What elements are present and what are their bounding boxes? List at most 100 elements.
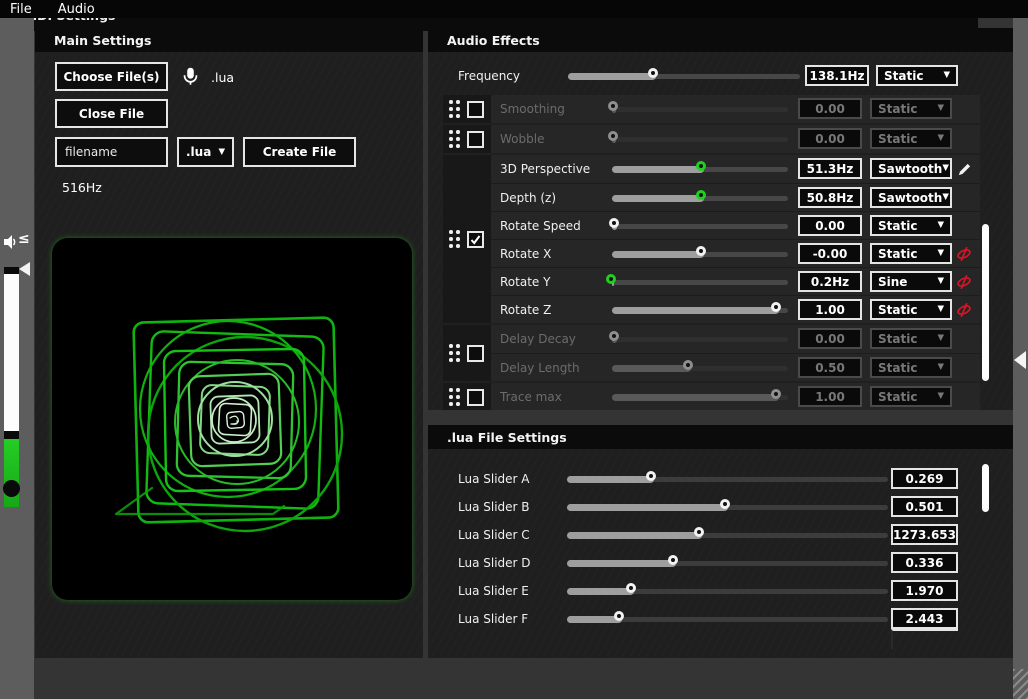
effects-scrollbar[interactable]	[982, 224, 989, 381]
effect-mode-dropdown[interactable]: Sawtooth▼	[870, 187, 952, 208]
panel-collapse-arrow-icon[interactable]	[1014, 351, 1026, 369]
drag-handle-icon[interactable]	[449, 344, 460, 362]
effect-slider[interactable]	[612, 331, 788, 347]
effect-groups: Smoothing 0.00 Static▼ Wobble 0.00 Stati…	[443, 95, 980, 410]
lua-slider-value[interactable]: 2.443	[891, 608, 958, 629]
volume-meter[interactable]	[4, 267, 19, 510]
effect-mode-dropdown[interactable]: Static▼	[870, 357, 952, 378]
effect-mode-dropdown[interactable]: Static▼	[870, 299, 952, 320]
effect-value[interactable]: 0.00	[798, 98, 862, 119]
lua-slider[interactable]	[567, 471, 888, 487]
lua-slider[interactable]	[567, 527, 888, 543]
effect-slider[interactable]	[612, 274, 788, 290]
effect-enable-checkbox[interactable]	[467, 345, 484, 362]
lua-slider[interactable]	[567, 583, 888, 599]
effect-enable-checkbox[interactable]	[467, 231, 484, 248]
spin-toggle-button[interactable]	[954, 301, 974, 319]
effect-value[interactable]: 0.50	[798, 357, 862, 378]
effect-row: Wobble 0.00 Static▼	[491, 125, 980, 153]
chevron-down-icon: ▼	[942, 164, 949, 173]
spin-toggle-button[interactable]	[954, 273, 974, 291]
group-controls	[443, 383, 491, 410]
effect-enable-checkbox[interactable]	[467, 131, 484, 148]
effect-value[interactable]: 0.00	[798, 328, 862, 349]
menu-file[interactable]: File	[10, 2, 32, 17]
lua-slider-value[interactable]: 1273.653	[891, 524, 958, 545]
effect-label: Delay Length	[500, 361, 580, 375]
lua-slider-value[interactable]: 1.970	[891, 580, 958, 601]
effect-mode-dropdown[interactable]: Static▼	[870, 386, 952, 407]
effect-value[interactable]: 50.8Hz	[798, 187, 862, 208]
effect-slider[interactable]	[612, 131, 788, 147]
effect-row: Trace max 1.00 Static▼	[491, 383, 980, 410]
effect-value[interactable]: 1.00	[798, 299, 862, 320]
effect-slider[interactable]	[612, 246, 788, 262]
effect-slider[interactable]	[612, 101, 788, 117]
effect-slider[interactable]	[612, 389, 788, 405]
effect-mode-dropdown[interactable]: Static▼	[870, 243, 952, 264]
effect-label: Rotate Z	[500, 303, 551, 317]
lua-slider-value[interactable]: 0.269	[891, 468, 958, 489]
effect-mode-dropdown[interactable]: Sine▼	[870, 271, 952, 292]
effect-mode-dropdown[interactable]: Sawtooth▼	[870, 158, 952, 179]
volume-marker-triangle[interactable]	[19, 262, 30, 276]
close-file-button[interactable]: Close File	[55, 99, 168, 128]
effect-value[interactable]: 0.00	[798, 215, 862, 236]
chevron-down-icon: ▼	[937, 221, 944, 230]
drag-handle-icon[interactable]	[449, 230, 460, 248]
effect-slider[interactable]	[612, 302, 788, 318]
effect-row: Depth (z) 50.8Hz Sawtooth▼	[491, 183, 980, 211]
create-file-button[interactable]: Create File	[243, 137, 356, 167]
lua-slider-row: Lua Slider A 0.269	[428, 465, 1013, 493]
lua-slider[interactable]	[567, 611, 888, 627]
effect-value[interactable]: 0.00	[798, 128, 862, 149]
effect-mode-dropdown[interactable]: Static▼	[870, 215, 952, 236]
filename-input[interactable]: filename	[55, 137, 168, 167]
microphone-icon[interactable]	[182, 65, 199, 87]
lua-slider-label: Lua Slider E	[458, 584, 529, 598]
effect-value[interactable]: 51.3Hz	[798, 158, 862, 179]
lua-slider-value[interactable]: 0.501	[891, 496, 958, 517]
chevron-down-icon: ▼	[937, 277, 944, 286]
chevron-down-icon: ▼	[942, 193, 949, 202]
drag-handle-icon[interactable]	[449, 130, 460, 148]
main-settings-header: Main Settings	[35, 28, 423, 52]
resize-grip[interactable]	[1013, 669, 1028, 699]
effect-enable-checkbox[interactable]	[467, 101, 484, 118]
effect-enable-checkbox[interactable]	[467, 389, 484, 406]
lua-slider[interactable]	[567, 499, 888, 515]
drag-handle-icon[interactable]	[449, 100, 460, 118]
lua-slider-row: Lua Slider D 0.336	[428, 549, 1013, 577]
frequency-value[interactable]: 138.1Hz	[805, 65, 869, 86]
effect-mode-dropdown[interactable]: Static▼	[870, 128, 952, 149]
drag-handle-icon[interactable]	[449, 388, 460, 406]
frequency-readout: 516Hz	[62, 180, 102, 195]
effect-row: Smoothing 0.00 Static▼	[491, 95, 980, 123]
lua-scrollbar[interactable]	[982, 464, 989, 512]
chevron-down-icon: ▼	[937, 104, 944, 113]
volume-slider-thumb[interactable]	[3, 480, 20, 497]
effect-slider[interactable]	[612, 218, 788, 234]
effect-slider[interactable]	[612, 360, 788, 376]
effect-slider[interactable]	[612, 161, 788, 177]
effect-mode-dropdown[interactable]: Static▼	[870, 328, 952, 349]
effect-value[interactable]: 0.2Hz	[798, 271, 862, 292]
extension-dropdown[interactable]: .lua ▼	[177, 137, 234, 167]
frequency-mode-dropdown[interactable]: Static▼	[876, 65, 958, 86]
menu-audio[interactable]: Audio	[58, 2, 95, 17]
current-file-extension-label: .lua	[211, 70, 234, 85]
edit-effect-button[interactable]	[954, 160, 974, 178]
effect-mode-dropdown[interactable]: Static▼	[870, 98, 952, 119]
effect-value[interactable]: -0.00	[798, 243, 862, 264]
lua-slider-label: Lua Slider A	[458, 472, 530, 486]
effect-value[interactable]: 1.00	[798, 386, 862, 407]
chevron-down-icon: ▼	[937, 249, 944, 258]
frequency-slider[interactable]	[568, 68, 800, 84]
effect-slider[interactable]	[612, 190, 788, 206]
effect-label: Trace max	[500, 390, 562, 404]
effect-row: Rotate Z 1.00 Static▼	[491, 295, 980, 323]
lua-slider[interactable]	[567, 555, 888, 571]
lua-slider-value[interactable]: 0.336	[891, 552, 958, 573]
spin-toggle-button[interactable]	[954, 245, 974, 263]
choose-files-button[interactable]: Choose File(s)	[55, 62, 168, 91]
